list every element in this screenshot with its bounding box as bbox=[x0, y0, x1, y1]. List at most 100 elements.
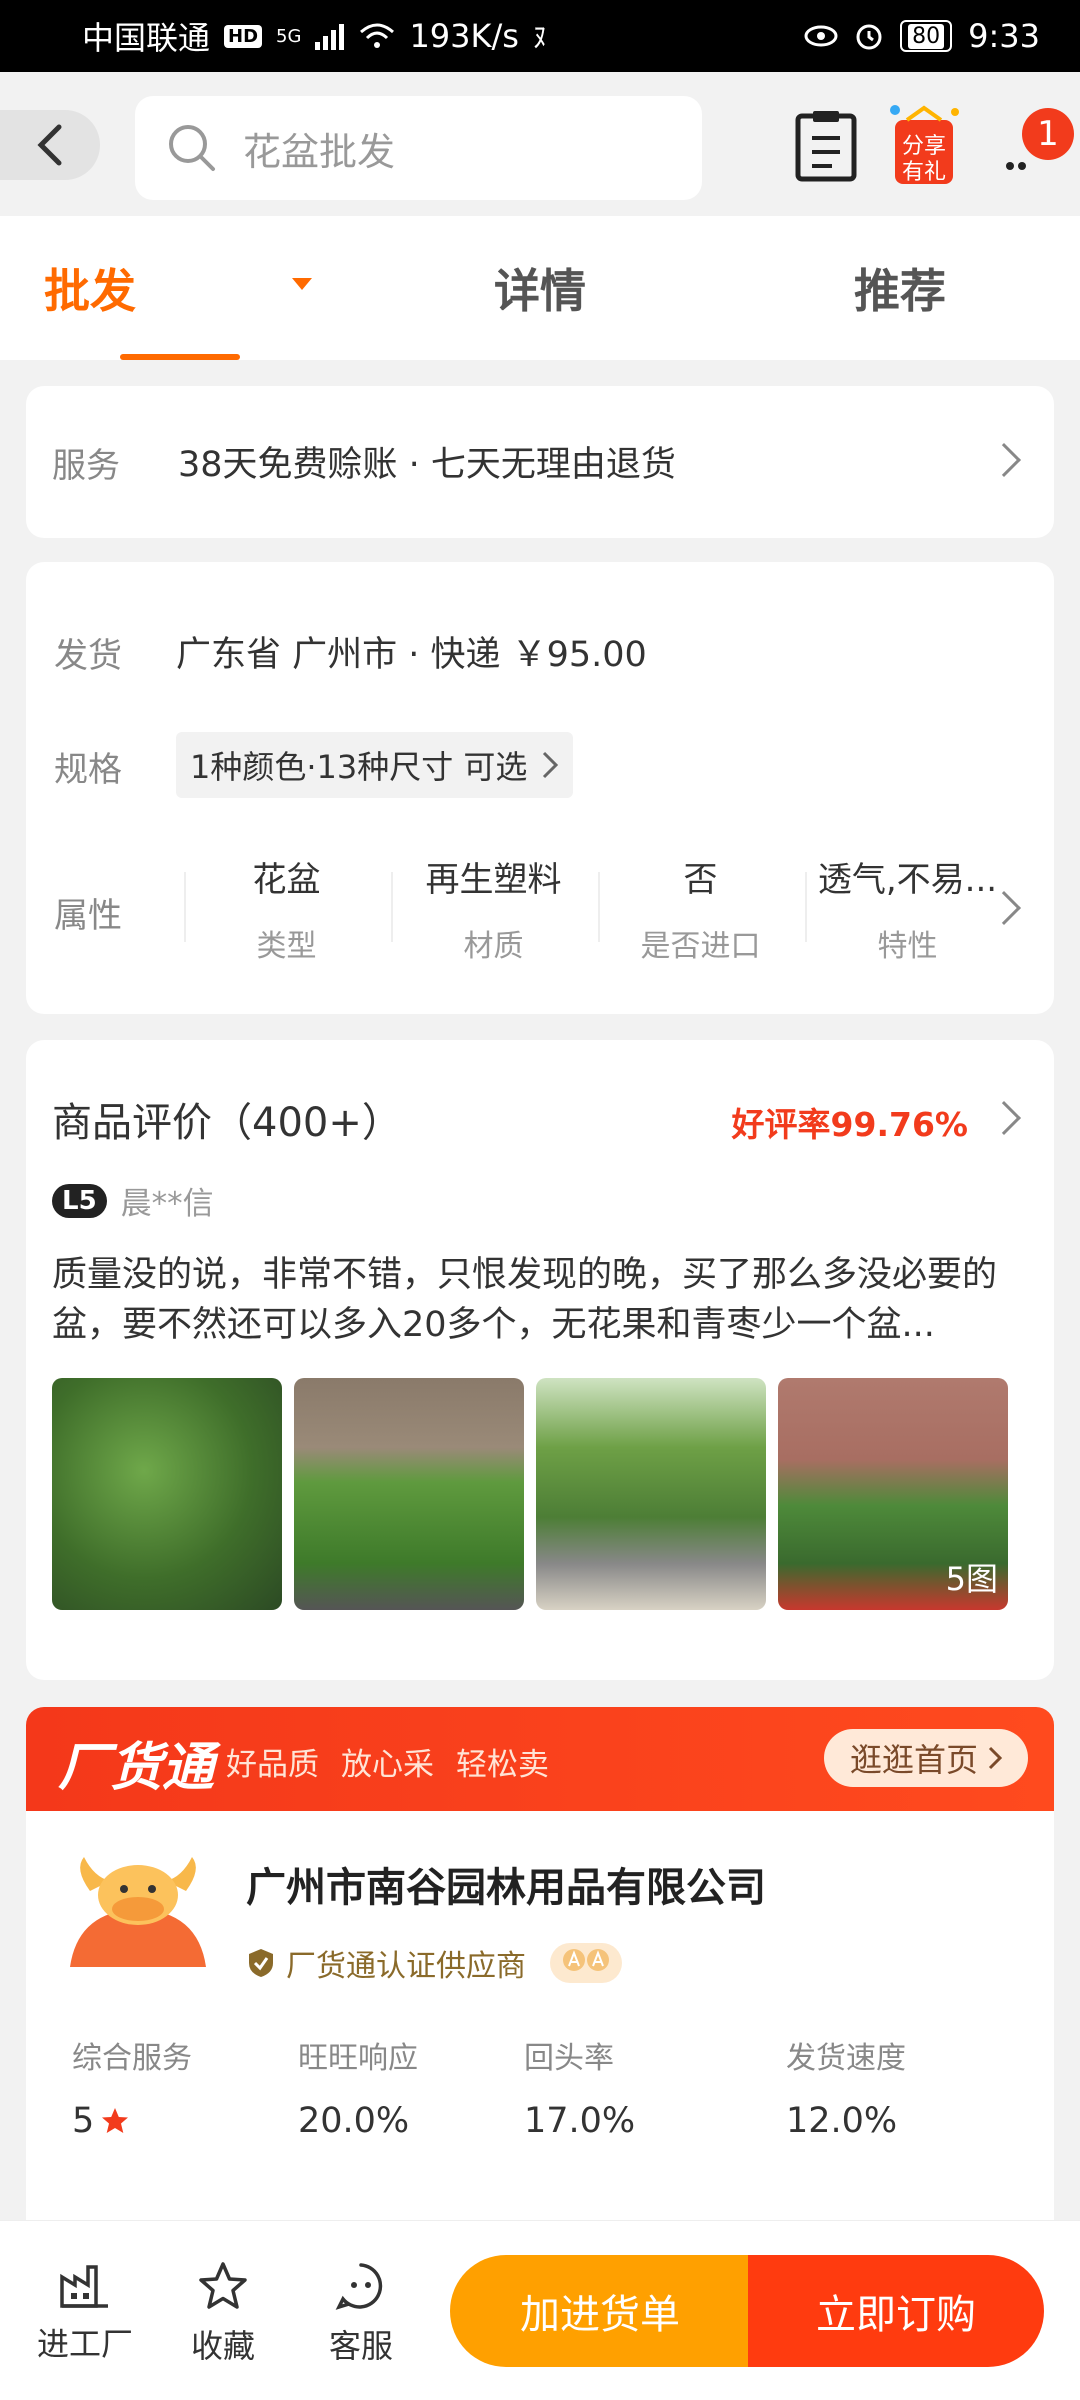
tab-bar: 批发 详情 推荐 bbox=[0, 216, 1080, 360]
factory-button[interactable]: 进工厂 bbox=[30, 2261, 140, 2365]
tab-recommend[interactable]: 推荐 bbox=[720, 216, 1080, 360]
tab-wholesale[interactable]: 批发 bbox=[0, 216, 360, 360]
add-to-cart-button[interactable]: 加进货单 bbox=[450, 2255, 750, 2367]
stat-response: 旺旺响应 20.0% bbox=[298, 2033, 418, 2141]
alarm-icon bbox=[856, 24, 882, 50]
factory-logo: 厂货通 bbox=[58, 1738, 215, 1798]
eye-icon bbox=[804, 25, 838, 47]
stat-value: 12.0% bbox=[786, 2101, 898, 2141]
attribute-item: 花盆 类型 bbox=[184, 852, 389, 965]
chevron-right-icon bbox=[988, 1746, 1002, 1770]
battery-indicator: 80 bbox=[900, 20, 953, 52]
search-icon bbox=[169, 125, 215, 171]
level-badge: L5 bbox=[52, 1183, 107, 1218]
attribute-value: 透气,不易... bbox=[817, 860, 998, 900]
stat-label: 综合服务 bbox=[72, 2041, 192, 2076]
attribute-item: 透气,不易... 特性 bbox=[805, 852, 1010, 965]
factory-slogans: 好品质 放心采 轻松卖 bbox=[226, 1739, 549, 1784]
aa-rating-badge bbox=[550, 1943, 622, 1983]
slogan: 轻松卖 bbox=[456, 1747, 549, 1783]
chevron-right-icon bbox=[987, 443, 1021, 477]
attribute-value: 再生塑料 bbox=[425, 860, 562, 900]
shield-check-icon bbox=[249, 1949, 273, 1977]
slogan: 好品质 bbox=[226, 1747, 319, 1783]
review-title: 商品评价（400+） bbox=[52, 1100, 402, 1146]
share-label-bottom: 有礼 bbox=[902, 160, 947, 185]
service-label: 服务 bbox=[52, 446, 120, 486]
tab-underline bbox=[120, 354, 240, 360]
chevron-left-icon bbox=[37, 124, 62, 166]
aa-rating-icon bbox=[563, 1949, 609, 1971]
attribute-value: 花盆 bbox=[252, 860, 321, 900]
spec-selector[interactable]: 1种颜色·13种尺寸 可选 bbox=[176, 732, 574, 798]
share-gift-button[interactable]: 分享 有礼 bbox=[885, 104, 963, 188]
review-text: 质量没的说，非常不错，只恨发现的晚，买了那么多没必要的盆，要不然还可以多入20多… bbox=[52, 1255, 998, 1345]
chevron-right-icon bbox=[987, 1101, 1021, 1135]
review-photo[interactable] bbox=[52, 1378, 282, 1610]
notification-badge: 1 bbox=[1022, 108, 1074, 160]
shipping-text: 广东省 广州市 · 快递 ￥95.00 bbox=[176, 635, 647, 675]
back-button[interactable] bbox=[0, 110, 100, 180]
attribute-key: 是否进口 bbox=[640, 929, 761, 964]
favorite-label: 收藏 bbox=[190, 2327, 255, 2365]
bottom-action-bar: 进工厂 收藏 客服 加进货单 立即订购 bbox=[0, 2220, 1080, 2400]
reviewer: L5 晨**信 bbox=[52, 1178, 214, 1223]
visit-home-label: 逛逛首页 bbox=[849, 1741, 978, 1779]
star-outline-icon bbox=[199, 2262, 247, 2309]
favorite-button[interactable]: 收藏 bbox=[168, 2261, 278, 2367]
star-icon bbox=[102, 2108, 129, 2133]
network-speed: 193K/s bbox=[409, 17, 519, 55]
battery-level: 80 bbox=[908, 23, 945, 49]
service-card[interactable]: 服务 38天免费赊账 · 七天无理由退货 bbox=[26, 386, 1054, 538]
tab-label: 推荐 bbox=[854, 264, 946, 318]
spec-text: 1种颜色·13种尺寸 可选 bbox=[190, 748, 528, 786]
attribute-item: 再生塑料 材质 bbox=[391, 852, 596, 965]
slogan: 放心采 bbox=[341, 1747, 434, 1783]
tab-label: 详情 bbox=[494, 264, 586, 318]
company-card[interactable]: 广州市南谷园林用品有限公司 厂货通认证供应商 综合服务 5 旺旺响应 20.0%… bbox=[26, 1811, 1054, 2231]
stat-repurchase: 回头率 17.0% bbox=[524, 2033, 635, 2141]
company-mascot-icon bbox=[70, 1857, 206, 1967]
factory-banner: 厂货通 好品质 放心采 轻松卖 逛逛首页 bbox=[26, 1707, 1054, 1811]
caret-down-icon[interactable] bbox=[292, 278, 312, 290]
review-photo[interactable] bbox=[536, 1378, 766, 1610]
company-name: 广州市南谷园林用品有限公司 bbox=[246, 1865, 766, 1911]
shipping-label: 发货 bbox=[54, 636, 122, 676]
more-button[interactable]: 1 bbox=[1000, 108, 1074, 180]
review-photo[interactable] bbox=[294, 1378, 524, 1610]
clipboard-icon[interactable] bbox=[795, 110, 857, 182]
status-bar: 中国联通 HD 5G 193K/s ﾇ 80 9:33 bbox=[0, 0, 1080, 72]
attribute-key: 材质 bbox=[463, 929, 524, 964]
stat-label: 回头率 bbox=[524, 2041, 614, 2076]
stat-value: 5 bbox=[72, 2101, 192, 2141]
buy-now-button[interactable]: 立即订购 bbox=[748, 2255, 1044, 2367]
review-photo[interactable]: 5图 bbox=[778, 1378, 1008, 1610]
service-score: 5 bbox=[72, 2101, 95, 2141]
factory-label: 进工厂 bbox=[36, 2325, 133, 2363]
tab-details[interactable]: 详情 bbox=[360, 216, 720, 360]
chevron-right-icon bbox=[543, 751, 559, 779]
stat-shipping-speed: 发货速度 12.0% bbox=[786, 2033, 906, 2141]
stat-label: 旺旺响应 bbox=[298, 2041, 418, 2076]
attribute-key: 特性 bbox=[877, 929, 938, 964]
customer-service-label: 客服 bbox=[328, 2327, 393, 2365]
top-bar: 花盆批发 分享 有礼 1 bbox=[0, 72, 1080, 216]
visit-home-button[interactable]: 逛逛首页 bbox=[823, 1729, 1028, 1787]
clock: 9:33 bbox=[968, 17, 1040, 55]
review-photos: 5图 bbox=[52, 1378, 1008, 1610]
reviewer-name: 晨**信 bbox=[120, 1186, 214, 1222]
search-input[interactable]: 花盆批发 bbox=[135, 96, 702, 200]
stat-label: 发货速度 bbox=[786, 2041, 906, 2076]
spec-label: 规格 bbox=[54, 750, 122, 790]
certification: 厂货通认证供应商 bbox=[246, 1941, 622, 1985]
service-text: 38天免费赊账 · 七天无理由退货 bbox=[178, 445, 676, 485]
attributes-label: 属性 bbox=[54, 896, 122, 936]
photo-count: 5图 bbox=[945, 1560, 998, 1598]
stat-service: 综合服务 5 bbox=[72, 2033, 192, 2141]
stat-value: 20.0% bbox=[298, 2101, 410, 2141]
carrier-name: 中国联通 bbox=[82, 19, 211, 57]
hd-badge: HD bbox=[224, 24, 263, 48]
customer-service-button[interactable]: 客服 bbox=[306, 2261, 416, 2367]
review-card[interactable]: 商品评价（400+） 好评率99.76% L5 晨**信 质量没的说，非常不错，… bbox=[26, 1040, 1054, 1680]
factory-icon bbox=[60, 2265, 108, 2308]
